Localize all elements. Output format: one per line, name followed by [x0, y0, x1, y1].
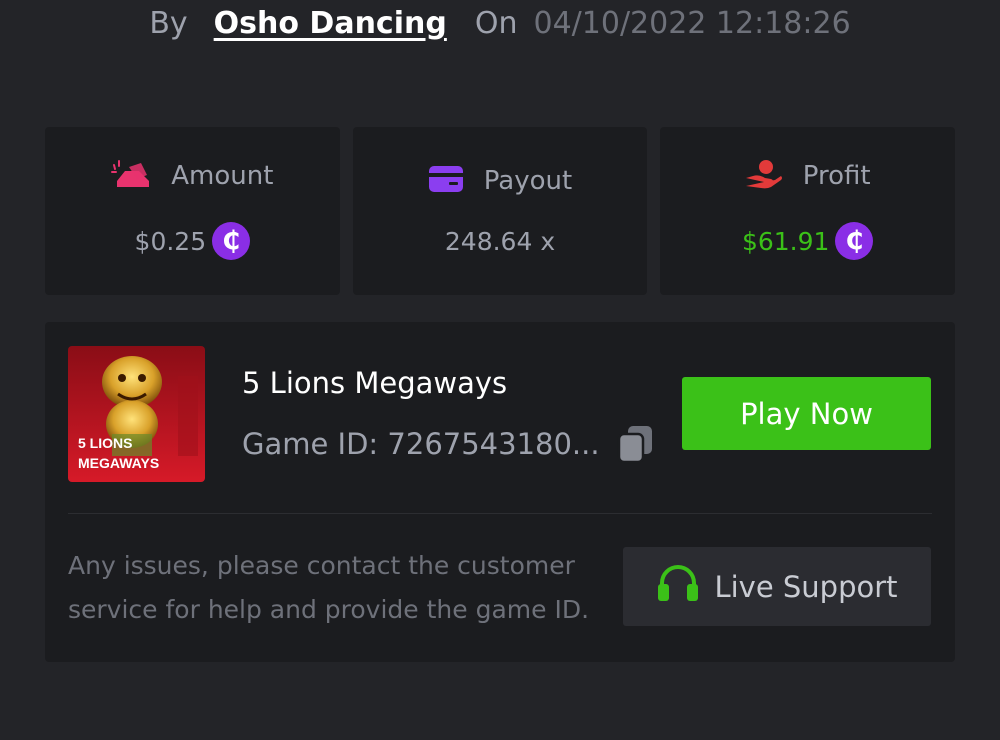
coin-icon: ₵	[835, 222, 874, 260]
coin-icon: ₵	[212, 222, 251, 260]
game-title[interactable]: 5 Lions Megaways	[242, 366, 507, 400]
game-panel: 5 LIONS MEGAWAYS 5 Lions Megaways Game I…	[45, 322, 955, 662]
game-thumbnail[interactable]: 5 LIONS MEGAWAYS	[68, 346, 205, 482]
stat-card-amount: Amount $0.25 ₵	[45, 127, 340, 295]
stat-value-payout: 248.64 x	[444, 226, 556, 256]
stat-label-payout: Payout	[483, 165, 573, 196]
bet-detail-page: By Osho Dancing On 04/10/2022 12:18:26 A…	[0, 0, 1000, 740]
username-link[interactable]: Osho Dancing	[214, 6, 447, 41]
live-support-button[interactable]: Live Support	[623, 547, 931, 626]
by-label: By	[149, 5, 188, 41]
on-label: On	[474, 5, 518, 41]
bet-datetime: 04/10/2022 12:18:26	[533, 5, 851, 41]
stat-card-profit: Profit $61.91 ₵	[660, 127, 956, 295]
thumb-title-line2: MEGAWAYS	[78, 455, 159, 471]
card-icon	[428, 164, 464, 198]
bet-byline: By Osho Dancing On 04/10/2022 12:18:26	[0, 0, 1000, 46]
support-help-text: Any issues, please contact the customer …	[68, 551, 590, 624]
game-id-text: Game ID: 7267543180...	[242, 427, 600, 461]
bet-amount-icon	[111, 157, 151, 195]
stat-label-profit: Profit	[802, 161, 871, 191]
stat-card-payout: Payout 248.64 x	[352, 127, 648, 295]
stat-label-amount: Amount	[171, 161, 274, 191]
headset-icon	[656, 563, 700, 610]
live-support-label: Live Support	[714, 569, 898, 604]
play-now-button[interactable]: Play Now	[682, 377, 931, 450]
bet-stats: Amount $0.25 ₵ Payout 248.64 x Profit $6…	[45, 127, 956, 295]
copy-icon[interactable]	[616, 424, 656, 464]
thumb-title-line1: 5 LIONS	[78, 435, 132, 451]
profit-hand-icon	[745, 158, 783, 194]
divider	[68, 513, 932, 514]
stat-value-amount: $0.25	[134, 226, 207, 256]
stat-value-profit: $61.91	[741, 226, 830, 256]
game-id-row: Game ID: 7267543180...	[242, 424, 656, 464]
